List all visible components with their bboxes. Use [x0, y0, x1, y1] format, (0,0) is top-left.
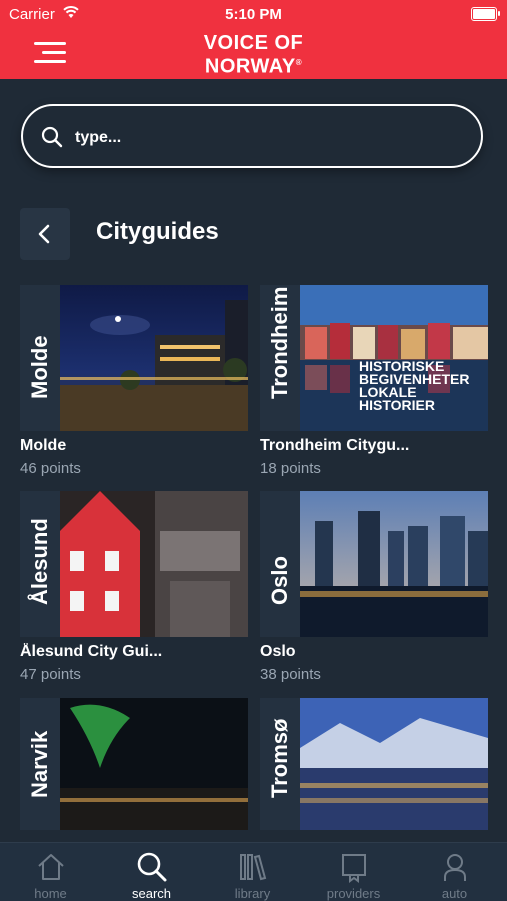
city-vertical-label: Tromsø — [267, 718, 292, 798]
tab-library[interactable]: library — [202, 843, 303, 901]
tab-auto[interactable]: auto — [404, 843, 505, 901]
search-icon — [137, 852, 167, 882]
tab-search[interactable]: search — [101, 843, 202, 901]
city-thumbnail: Tromsø — [260, 698, 488, 830]
city-name: Molde — [20, 437, 67, 454]
trondheim-overlay-text: HISTORISKE BEGIVENHETER LOKALE HISTORIER — [359, 358, 470, 413]
city-thumbnail: Narvik — [20, 698, 248, 830]
home-icon — [38, 854, 64, 880]
city-vertical-label: Ålesund — [27, 518, 52, 605]
search-icon — [41, 126, 63, 148]
battery-icon — [471, 7, 500, 21]
city-thumbnail: HISTORISKE BEGIVENHETER LOKALE HISTORIER… — [260, 285, 488, 431]
back-button[interactable] — [20, 208, 70, 260]
city-thumbnail: Oslo — [260, 491, 488, 637]
narvik-photo — [60, 698, 248, 830]
city-card-tromso[interactable]: Tromsø — [260, 698, 488, 830]
city-vertical-label: Narvik — [27, 730, 52, 798]
molde-photo — [60, 285, 248, 431]
city-vertical-label: Oslo — [267, 556, 292, 605]
city-points: 46 points — [20, 460, 81, 477]
city-card-oslo[interactable]: Oslo Oslo 38 points — [260, 491, 488, 683]
oslo-photo — [300, 491, 488, 637]
tab-bar: home search library providers auto — [0, 842, 507, 901]
city-points: 38 points — [260, 666, 321, 683]
tab-providers[interactable]: providers — [303, 843, 404, 901]
search-bar[interactable] — [21, 104, 483, 168]
providers-icon — [342, 854, 366, 883]
city-vertical-label: Trondheim — [267, 286, 292, 399]
city-points: 47 points — [20, 666, 81, 683]
chevron-left-icon — [38, 224, 50, 244]
app-logo: VOICE OF NORWAY® — [203, 32, 304, 78]
status-bar: Carrier 5:10 PM — [0, 0, 507, 28]
app-header: VOICE OF NORWAY® — [0, 28, 507, 79]
city-card-trondheim[interactable]: HISTORISKE BEGIVENHETER LOKALE HISTORIER… — [260, 285, 488, 477]
city-thumbnail: Ålesund — [20, 491, 248, 637]
alesund-photo — [60, 491, 248, 637]
city-thumbnail: Molde — [20, 285, 248, 431]
search-input[interactable] — [73, 124, 457, 152]
city-name: Ålesund City Gui... — [20, 643, 163, 660]
city-card-narvik[interactable]: Narvik — [20, 698, 248, 830]
clock: 5:10 PM — [225, 6, 282, 23]
city-card-alesund[interactable]: Ålesund Ålesund City Gui... 47 points — [20, 491, 248, 683]
tab-home[interactable]: home — [0, 843, 101, 901]
page-title: Cityguides — [96, 218, 219, 245]
auto-icon — [444, 854, 466, 881]
city-card-molde[interactable]: Molde Molde 46 points — [20, 285, 248, 477]
tromso-photo — [300, 698, 488, 830]
city-name: Trondheim Citygu... — [260, 437, 410, 454]
library-icon — [240, 854, 267, 881]
city-vertical-label: Molde — [27, 335, 52, 399]
city-name: Oslo — [260, 643, 296, 660]
city-points: 18 points — [260, 460, 321, 477]
